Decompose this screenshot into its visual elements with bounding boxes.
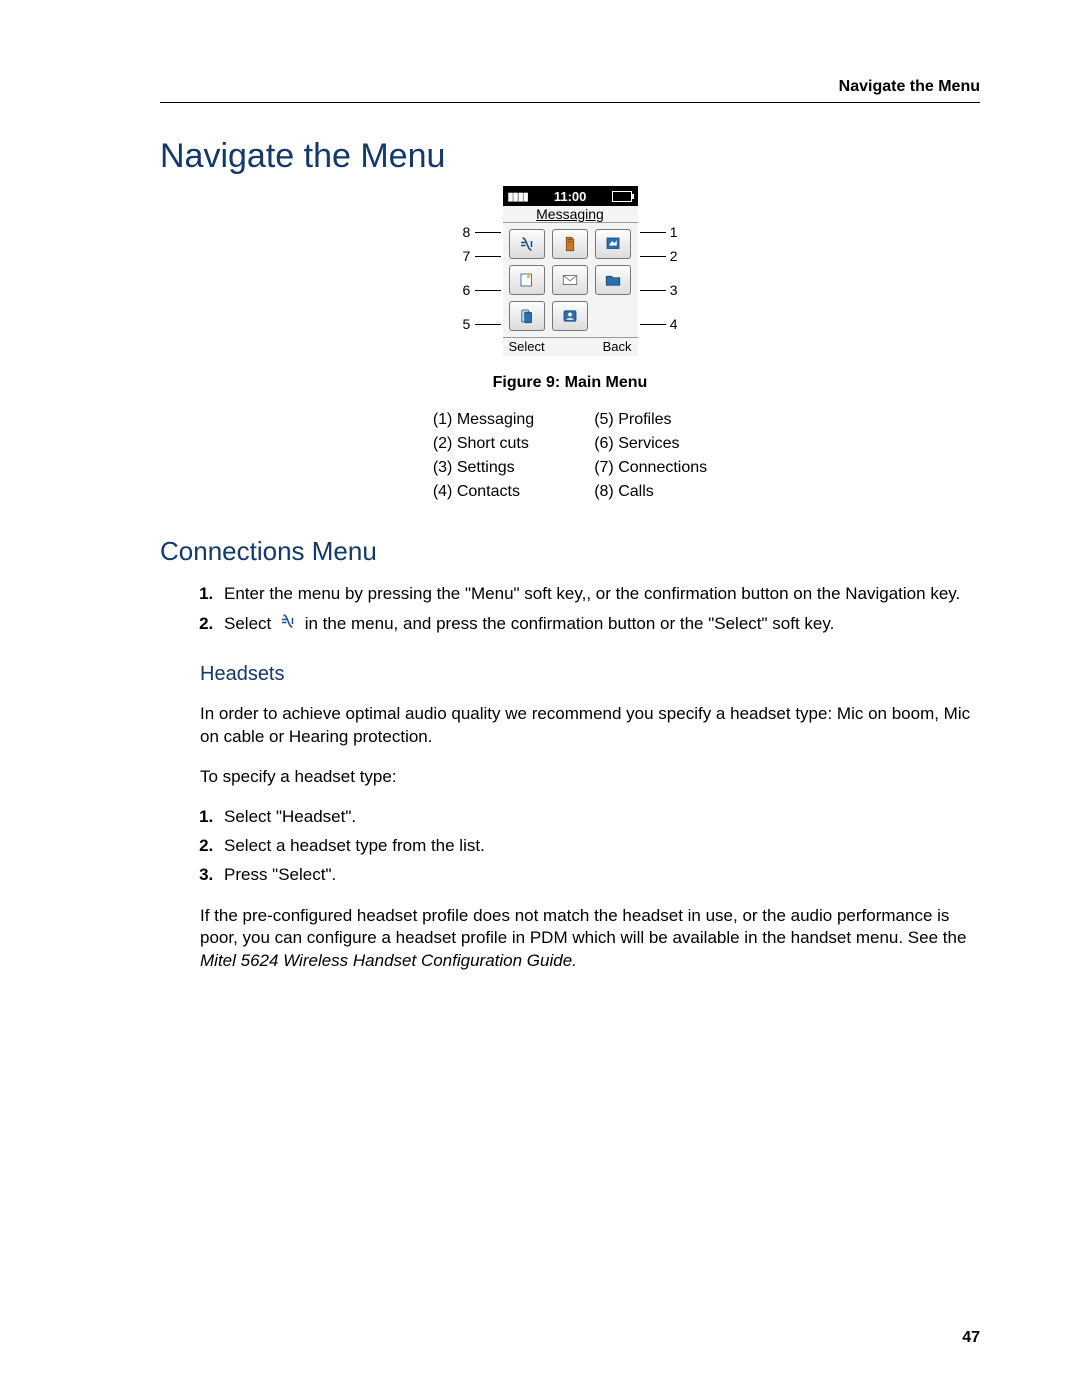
figure-caption: Figure 9: Main Menu <box>160 374 980 392</box>
legend-item: (5) Profiles <box>594 408 707 432</box>
legend-item: (8) Calls <box>594 480 707 504</box>
list-item: Select in the menu, and press the confir… <box>218 612 980 637</box>
callout-5: 5 <box>463 316 471 332</box>
signal-icon: ▮▮▮▮ <box>508 190 528 203</box>
menu-contacts-icon <box>552 301 588 331</box>
running-header: Navigate the Menu <box>160 78 980 102</box>
softkey-right: Back <box>603 339 632 354</box>
header-rule <box>160 102 980 103</box>
paragraph: In order to achieve optimal audio qualit… <box>200 703 980 749</box>
callout-8: 8 <box>463 224 471 240</box>
softkey-left: Select <box>509 339 545 354</box>
menu-messaging-icon <box>552 265 588 295</box>
status-time: 11:00 <box>554 189 587 204</box>
legend-item: (4) Contacts <box>433 480 534 504</box>
menu-shortcuts-icon <box>595 229 631 259</box>
page-number: 47 <box>962 1329 980 1347</box>
figure-main-menu: 8 7 6 5 1 2 3 4 ▮▮▮▮ 11:00 Mes <box>160 186 980 504</box>
menu-profiles-icon <box>509 301 545 331</box>
phone-screen-title: Messaging <box>503 206 638 223</box>
reference-title: Mitel 5624 Wireless Handset Configuratio… <box>200 951 577 970</box>
legend-item: (1) Messaging <box>433 408 534 432</box>
menu-settings-folder-icon <box>595 265 631 295</box>
legend-item: (3) Settings <box>433 456 534 480</box>
headset-steps: Select "Headset". Select a headset type … <box>160 806 980 887</box>
connections-steps: Enter the menu by pressing the "Menu" so… <box>160 583 980 637</box>
menu-messaging-star-icon <box>509 265 545 295</box>
menu-connections-icon <box>509 229 545 259</box>
paragraph: If the pre-configured headset profile do… <box>200 905 980 974</box>
paragraph: To specify a headset type: <box>200 766 980 789</box>
list-item: Select "Headset". <box>218 806 980 829</box>
callout-6: 6 <box>463 282 471 298</box>
battery-icon <box>612 191 632 202</box>
legend-item: (7) Connections <box>594 456 707 480</box>
callout-1: 1 <box>670 224 678 240</box>
list-item: Select a headset type from the list. <box>218 835 980 858</box>
callout-4: 4 <box>670 316 678 332</box>
list-item: Enter the menu by pressing the "Menu" so… <box>218 583 980 606</box>
page-title: Navigate the Menu <box>160 137 980 176</box>
callout-2: 2 <box>670 248 678 264</box>
callout-3: 3 <box>670 282 678 298</box>
connections-inline-icon <box>278 612 298 637</box>
figure-legend: (1) Messaging (2) Short cuts (3) Setting… <box>160 408 980 504</box>
section-headsets: Headsets <box>200 663 980 686</box>
phone-mock: ▮▮▮▮ 11:00 Messaging Select <box>503 186 638 356</box>
list-item: Press "Select". <box>218 864 980 887</box>
section-connections-menu: Connections Menu <box>160 536 980 567</box>
legend-item: (6) Services <box>594 432 707 456</box>
legend-item: (2) Short cuts <box>433 432 534 456</box>
callout-7: 7 <box>463 248 471 264</box>
menu-calls-icon <box>552 229 588 259</box>
